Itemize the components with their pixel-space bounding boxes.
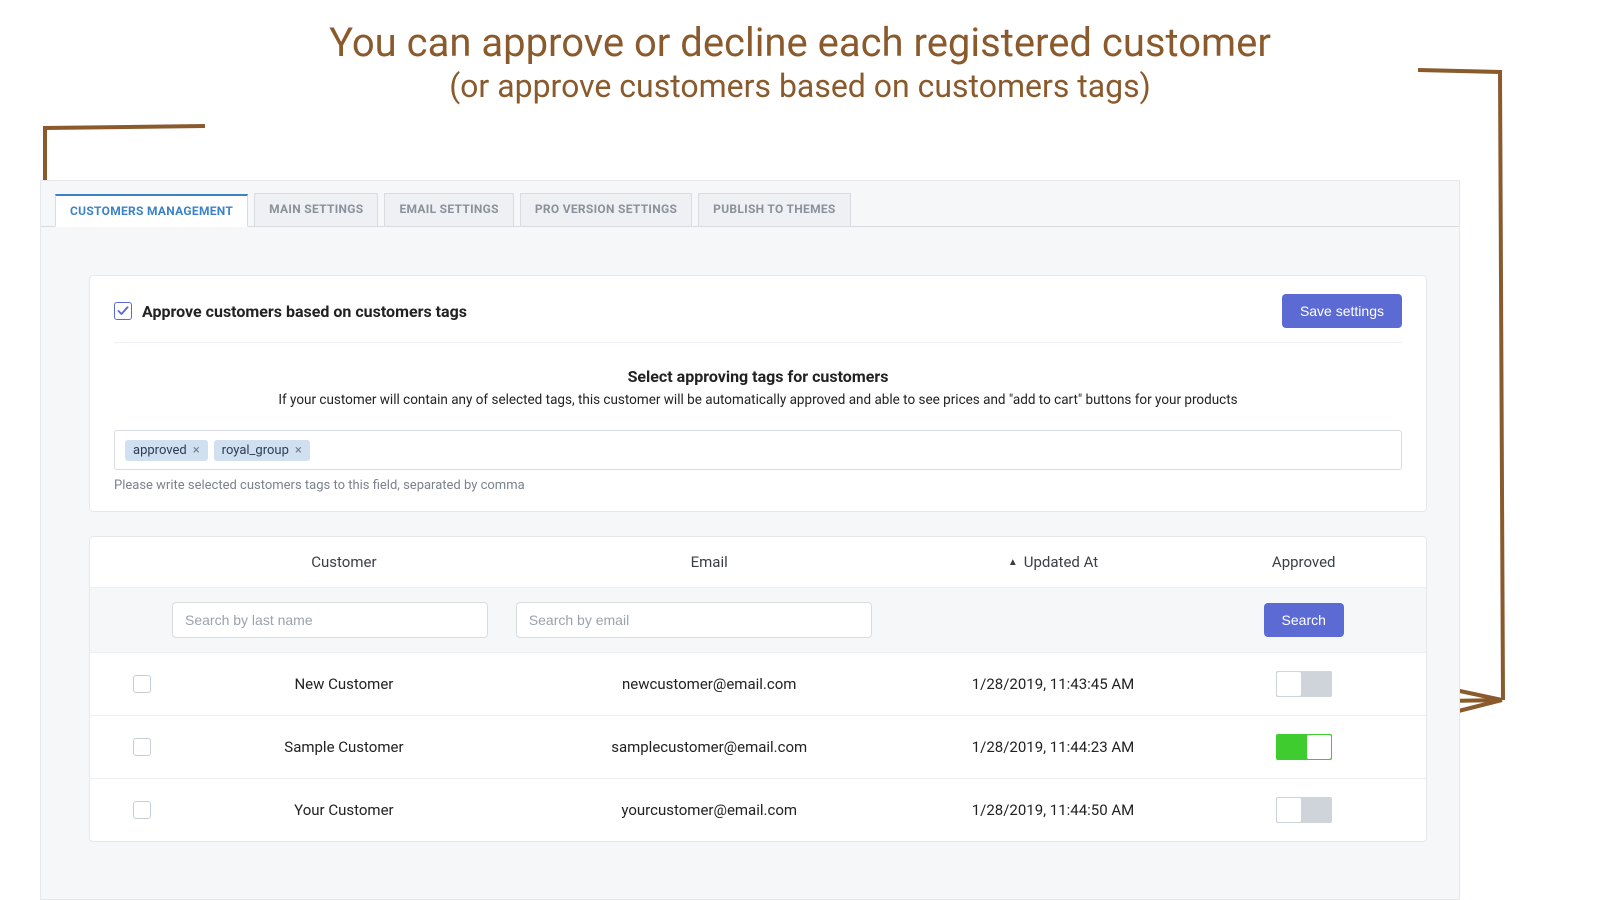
cell-customer: Your Customer <box>172 801 516 819</box>
approved-toggle[interactable] <box>1276 734 1332 760</box>
tag-label: royal_group <box>222 443 289 458</box>
cell-email: yourcustomer@email.com <box>516 801 903 819</box>
search-button[interactable]: Search <box>1264 603 1344 637</box>
tags-input[interactable]: approved × royal_group × <box>114 430 1402 470</box>
tags-instructions: Select approving tags for customers If y… <box>114 367 1402 408</box>
cell-updated: 1/28/2019, 11:44:50 AM <box>903 801 1204 819</box>
tag-chip[interactable]: approved × <box>125 440 208 461</box>
tab-main-settings[interactable]: MAIN SETTINGS <box>254 193 378 226</box>
tags-heading: Select approving tags for customers <box>114 367 1402 386</box>
settings-card: Approve customers based on customers tag… <box>89 275 1427 512</box>
tab-publish-to-themes[interactable]: PUBLISH TO THEMES <box>698 193 850 226</box>
tag-remove-icon[interactable]: × <box>295 443 302 458</box>
approve-by-tags-option[interactable]: Approve customers based on customers tag… <box>114 302 467 321</box>
row-checkbox[interactable] <box>133 801 151 819</box>
sort-asc-icon: ▲ <box>1008 557 1018 568</box>
tab-email-settings[interactable]: EMAIL SETTINGS <box>384 193 513 226</box>
cell-email: newcustomer@email.com <box>516 675 903 693</box>
col-updated-at[interactable]: ▲ Updated At <box>903 553 1204 571</box>
col-customer[interactable]: Customer <box>172 553 516 571</box>
customers-table: Customer Email ▲ Updated At Approved Sea… <box>89 536 1427 842</box>
cell-customer: New Customer <box>172 675 516 693</box>
tab-customers-management[interactable]: CUSTOMERS MANAGEMENT <box>55 194 248 227</box>
tags-description: If your customer will contain any of sel… <box>114 392 1402 408</box>
tab-pro-version-settings[interactable]: PRO VERSION SETTINGS <box>520 193 692 226</box>
tag-label: approved <box>133 443 187 458</box>
table-row: Your Customeryourcustomer@email.com1/28/… <box>90 779 1426 841</box>
cell-updated: 1/28/2019, 11:44:23 AM <box>903 738 1204 756</box>
table-row: Sample Customersamplecustomer@email.com1… <box>90 716 1426 779</box>
cell-updated: 1/28/2019, 11:43:45 AM <box>903 675 1204 693</box>
settings-header-row: Approve customers based on customers tag… <box>114 294 1402 343</box>
tag-remove-icon[interactable]: × <box>193 443 200 458</box>
checkbox-checked-icon[interactable] <box>114 302 132 320</box>
cell-customer: Sample Customer <box>172 738 516 756</box>
annotation-line2: (or approve customers based on customers… <box>0 68 1600 105</box>
admin-panel: CUSTOMERS MANAGEMENTMAIN SETTINGSEMAIL S… <box>40 180 1460 900</box>
table-filters: Search <box>90 587 1426 653</box>
annotation-callout: You can approve or decline each register… <box>0 20 1600 105</box>
table-header: Customer Email ▲ Updated At Approved <box>90 537 1426 587</box>
tab-bar: CUSTOMERS MANAGEMENTMAIN SETTINGSEMAIL S… <box>41 181 1459 227</box>
cell-email: samplecustomer@email.com <box>516 738 903 756</box>
filter-email-input[interactable] <box>516 602 872 638</box>
approved-toggle[interactable] <box>1276 671 1332 697</box>
table-row: New Customernewcustomer@email.com1/28/20… <box>90 653 1426 716</box>
approve-by-tags-label: Approve customers based on customers tag… <box>142 302 467 321</box>
save-settings-button[interactable]: Save settings <box>1282 294 1402 328</box>
annotation-line1: You can approve or decline each register… <box>0 20 1600 66</box>
col-approved[interactable]: Approved <box>1203 553 1404 571</box>
filter-name-input[interactable] <box>172 602 488 638</box>
approved-toggle[interactable] <box>1276 797 1332 823</box>
tag-chip[interactable]: royal_group × <box>214 440 310 461</box>
row-checkbox[interactable] <box>133 675 151 693</box>
tags-hint: Please write selected customers tags to … <box>114 478 1402 493</box>
col-email[interactable]: Email <box>516 553 903 571</box>
row-checkbox[interactable] <box>133 738 151 756</box>
